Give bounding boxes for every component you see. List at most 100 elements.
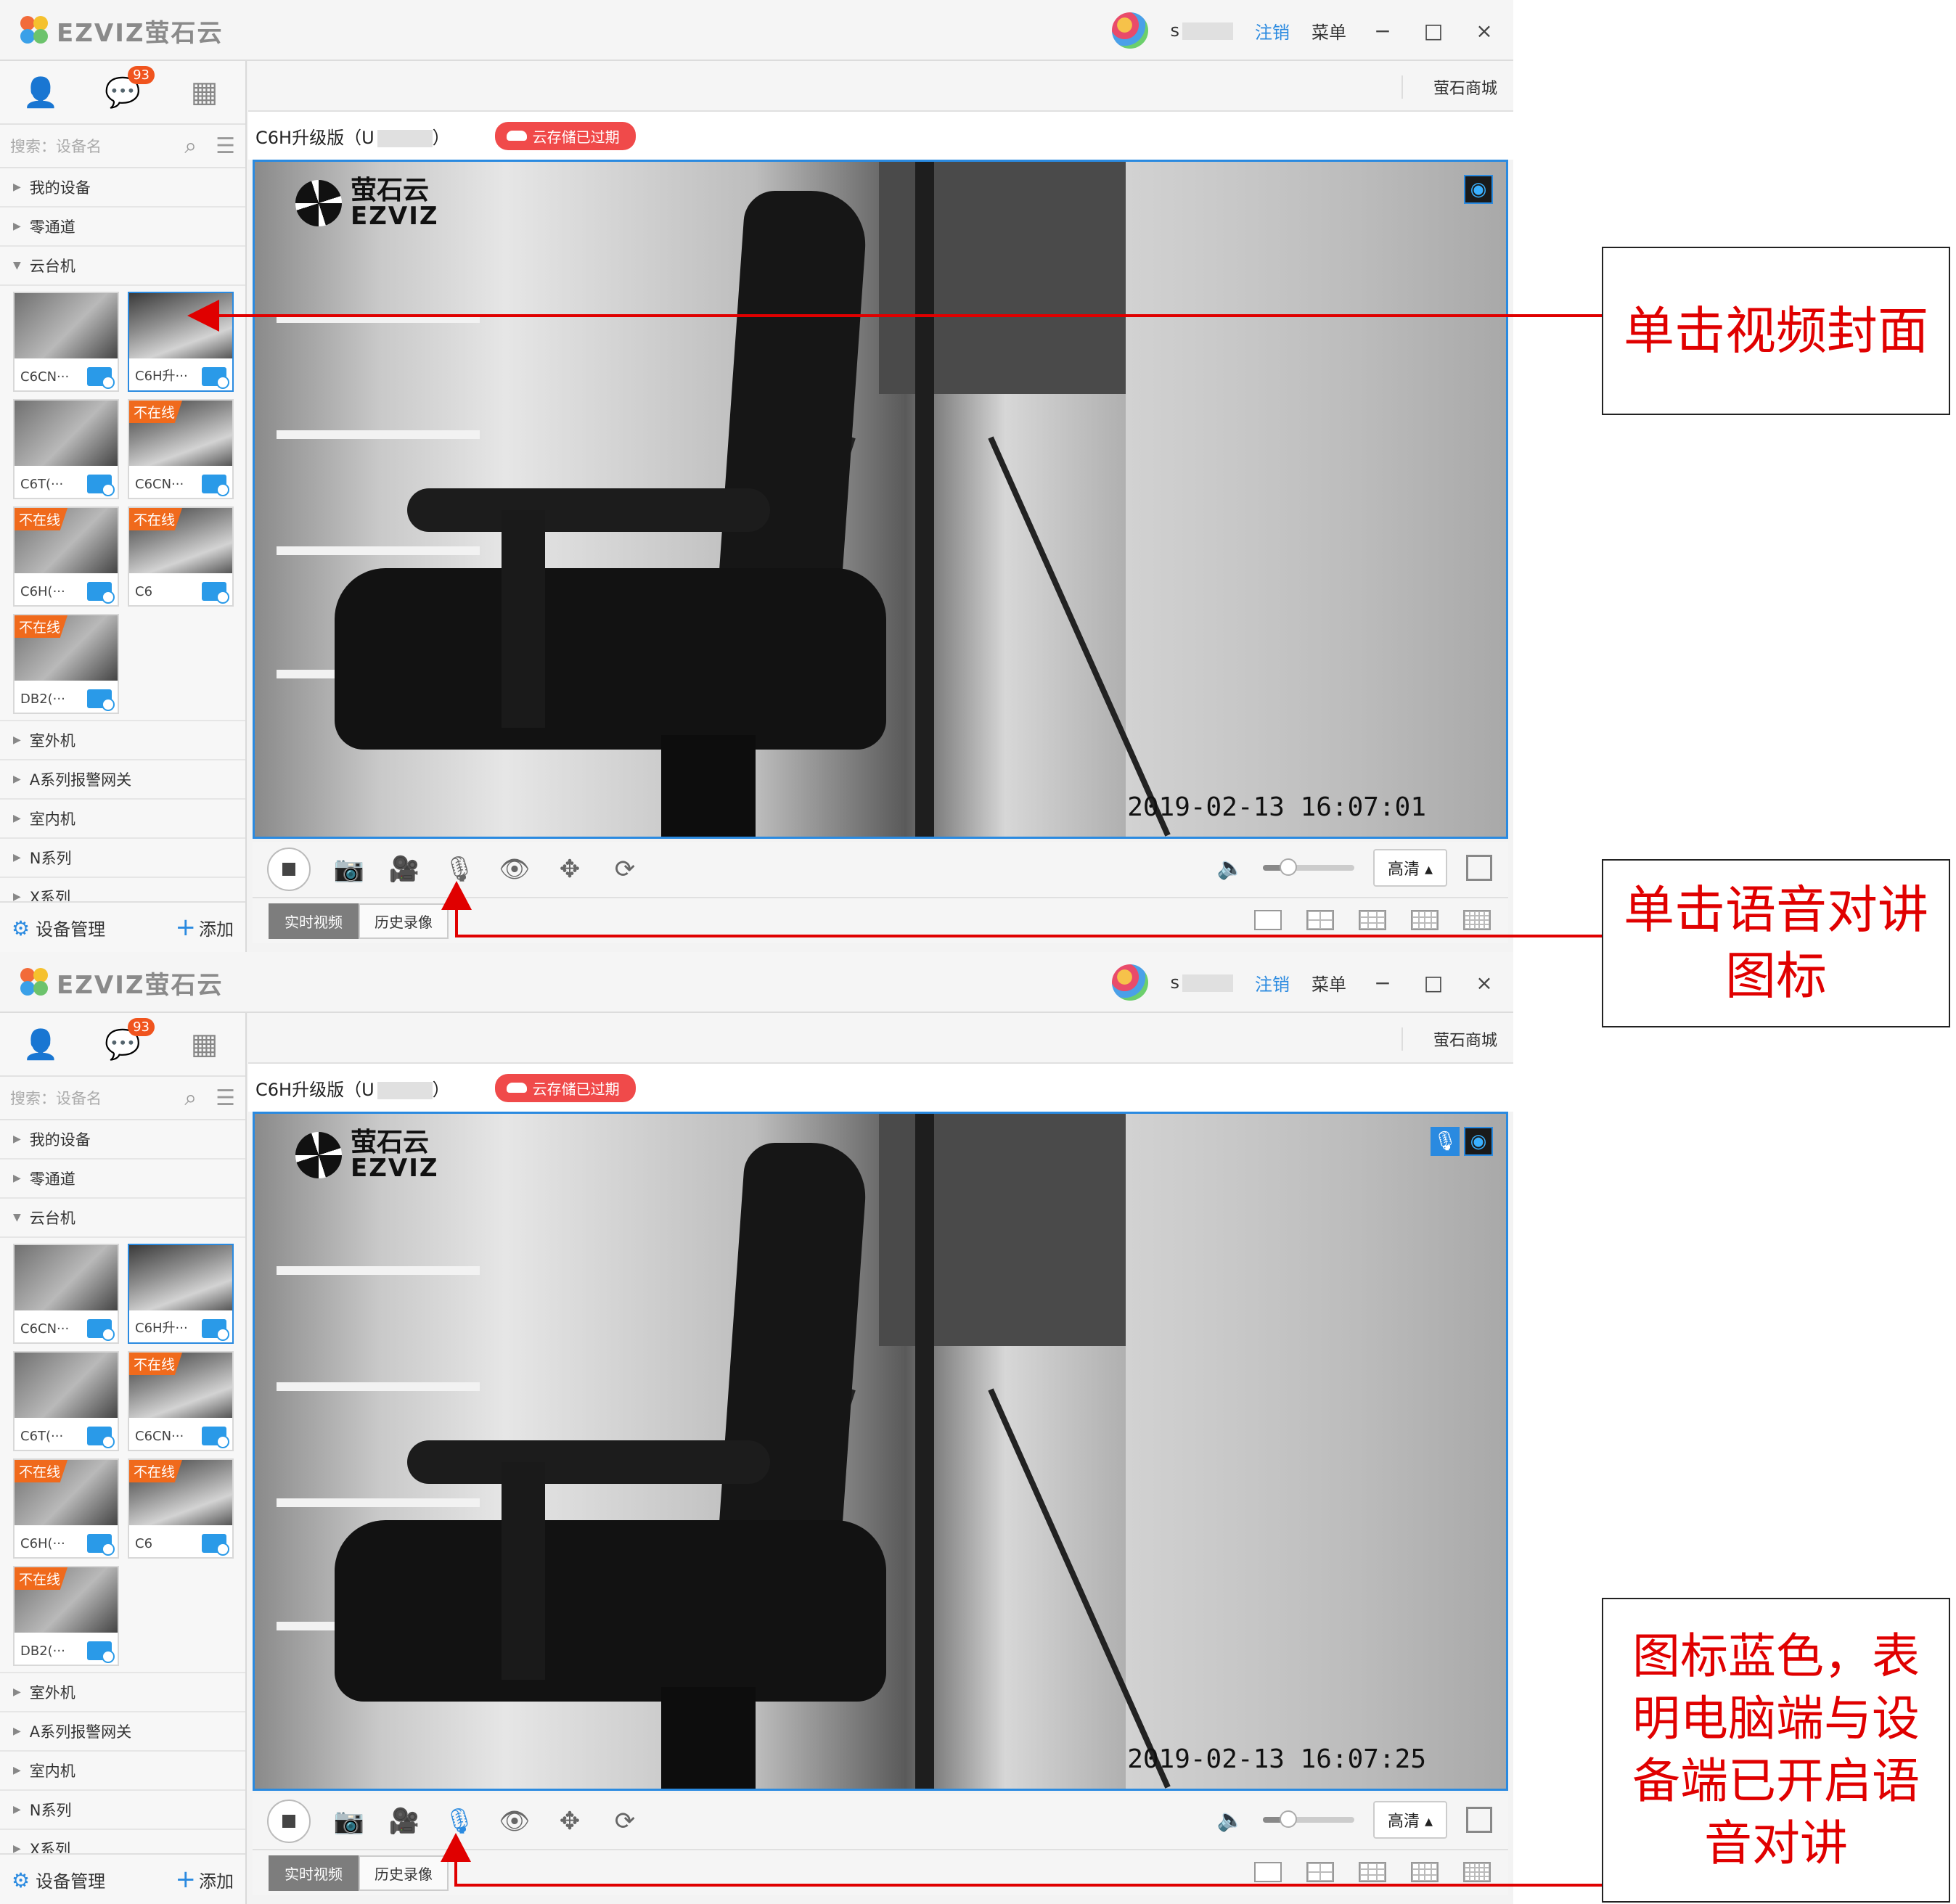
device-tile[interactable]: 不在线 C6H(··· [13,506,119,607]
device-group[interactable]: ▶ 我的设备 [0,1120,245,1160]
cloud-status-badge[interactable]: 云存储已过期 [494,1073,636,1102]
chat-icon[interactable]: 💬 93 [101,66,155,114]
cloud-playback-icon[interactable] [87,582,115,604]
device-manage-button[interactable]: ⚙ 设备管理 [12,1867,105,1892]
mall-link[interactable]: 萤石商城 [1401,1027,1497,1051]
video-record-icon[interactable]: 🎥 [388,853,421,886]
camera-icon[interactable]: 📷 [332,853,366,886]
video-view[interactable]: 萤石云 EZVIZ 🎙 ◉ 2019-02-13 16:07:25 [253,1112,1508,1791]
layout-9-icon[interactable] [1359,1862,1386,1882]
cloud-playback-icon[interactable] [87,1534,115,1556]
device-tile[interactable]: C6H升··· [128,1244,234,1344]
user-icon[interactable]: 👤 [19,70,62,114]
close-button[interactable]: × [1470,971,1499,995]
stop-button[interactable] [267,1800,311,1843]
device-thumbnail[interactable] [15,1353,118,1418]
layout-4-icon[interactable] [1306,1862,1334,1882]
minimize-button[interactable]: − [1368,19,1397,43]
layout-12-icon[interactable] [1411,910,1439,930]
device-manage-button[interactable]: ⚙ 设备管理 [12,915,105,940]
cloud-playback-icon[interactable] [87,1641,115,1663]
layout-4-icon[interactable] [1306,910,1334,930]
device-tile[interactable]: 不在线 C6 [128,506,234,607]
list-icon[interactable]: ☰ [216,134,235,159]
rotate-icon[interactable]: ⟳ [608,1805,642,1838]
cloud-playback-icon[interactable] [87,475,115,496]
device-group[interactable]: ▶ A系列报警网关 [0,760,245,800]
cloud-playback-icon[interactable] [202,475,229,496]
device-tile[interactable]: C6CN··· [13,1244,119,1344]
search-input[interactable]: 搜索：设备名 [10,1087,165,1109]
camera-icon[interactable]: 📷 [332,1805,366,1838]
layout-1-icon[interactable] [1254,910,1282,930]
cloud-playback-icon[interactable] [87,689,115,711]
layout-1-icon[interactable] [1254,1862,1282,1882]
device-tile[interactable]: 不在线 C6H(··· [13,1458,119,1559]
device-group[interactable]: ▶ A系列报警网关 [0,1712,245,1752]
cloud-playback-icon[interactable] [87,1319,115,1341]
maximize-button[interactable]: □ [1419,971,1448,995]
cloud-playback-icon[interactable] [87,1427,115,1448]
quality-select[interactable]: 高清 ▴ [1372,849,1447,887]
rotate-icon[interactable]: ⟳ [608,853,642,886]
search-bar[interactable]: 搜索：设备名 ⌕ ☰ [0,1077,245,1120]
cloud-playback-icon[interactable] [202,1319,229,1341]
device-group[interactable]: ▶ 室内机 [0,1752,245,1791]
device-tile[interactable]: 不在线 DB2(··· [13,614,119,714]
device-group[interactable]: ▶ N系列 [0,1791,245,1830]
volume-slider[interactable] [1262,1810,1354,1828]
device-group[interactable]: ▶ 我的设备 [0,168,245,208]
device-tile[interactable]: C6T(··· [13,1351,119,1451]
search-bar[interactable]: 搜索：设备名 ⌕ ☰ [0,125,245,168]
device-group[interactable]: ▶ N系列 [0,839,245,878]
grid-icon[interactable]: ▦ [183,1022,226,1066]
device-thumbnail[interactable] [15,1245,118,1310]
menu-button[interactable]: 菜单 [1311,970,1346,996]
stop-button[interactable] [267,848,311,891]
device-thumbnail[interactable] [15,401,118,466]
video-view[interactable]: 萤石云 EZVIZ ◉ 2019-02-13 16:07:01 [253,160,1508,839]
grid-icon[interactable]: ▦ [183,70,226,114]
mall-link[interactable]: 萤石商城 [1401,75,1497,99]
add-device-button[interactable]: + 添加 [176,913,234,942]
tab-live-video[interactable]: 实时视频 [269,1855,359,1891]
user-icon[interactable]: 👤 [19,1022,62,1066]
chat-icon[interactable]: 💬 93 [101,1018,155,1066]
device-group[interactable]: ▼ 云台机 [0,247,245,286]
add-device-button[interactable]: + 添加 [176,1865,234,1894]
device-group[interactable]: ▶ 室外机 [0,1673,245,1712]
device-group[interactable]: ▼ 云台机 [0,1199,245,1238]
cloud-playback-icon[interactable] [87,367,115,389]
eye-icon[interactable]: 👁 [498,1805,531,1838]
device-tile[interactable]: C6CN··· [13,292,119,392]
cloud-playback-icon[interactable] [202,582,229,604]
ptz-icon[interactable]: ✥ [553,1805,586,1838]
logout-link[interactable]: 注销 [1255,18,1290,44]
device-tile[interactable]: C6T(··· [13,399,119,499]
fullscreen-icon[interactable] [1466,855,1492,881]
search-input[interactable]: 搜索：设备名 [10,135,165,157]
volume-slider[interactable] [1262,858,1354,876]
layout-12-icon[interactable] [1411,1862,1439,1882]
menu-button[interactable]: 菜单 [1311,18,1346,44]
cloud-playback-icon[interactable] [202,367,229,389]
fullscreen-icon[interactable] [1466,1807,1492,1833]
device-tile[interactable]: 不在线 C6CN··· [128,1351,234,1451]
close-button[interactable]: × [1470,19,1499,43]
layout-20-icon[interactable] [1463,1862,1491,1882]
list-icon[interactable]: ☰ [216,1086,235,1111]
avatar[interactable] [1112,12,1149,49]
search-icon[interactable]: ⌕ [184,1086,197,1111]
avatar[interactable] [1112,964,1149,1001]
device-tile[interactable]: 不在线 DB2(··· [13,1566,119,1666]
device-thumbnail[interactable] [15,293,118,358]
video-record-icon[interactable]: 🎥 [388,1805,421,1838]
layout-9-icon[interactable] [1359,910,1386,930]
maximize-button[interactable]: □ [1419,19,1448,43]
tab-history[interactable]: 历史录像 [359,903,449,939]
ptz-icon[interactable]: ✥ [553,853,586,886]
minimize-button[interactable]: − [1368,971,1397,995]
cloud-playback-icon[interactable] [202,1427,229,1448]
search-icon[interactable]: ⌕ [184,134,197,159]
logout-link[interactable]: 注销 [1255,970,1290,996]
